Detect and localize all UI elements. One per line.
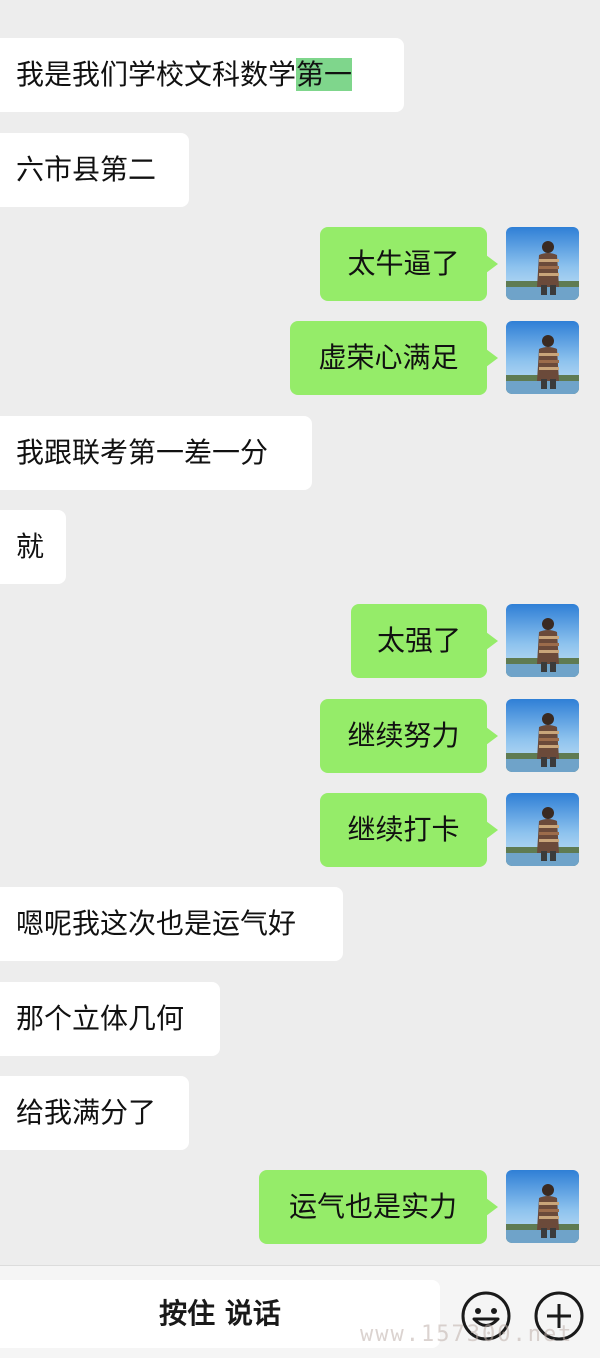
message-row-incoming: 六市县第二 <box>0 133 600 207</box>
avatar[interactable] <box>506 227 579 300</box>
message-row-incoming: 嗯呢我这次也是运气好 <box>0 887 600 961</box>
message-row-outgoing: 继续努力 <box>0 699 600 773</box>
avatar[interactable] <box>506 1170 579 1243</box>
message-bubble[interactable]: 虚荣心满足 <box>290 321 498 395</box>
avatar[interactable] <box>506 321 579 394</box>
avatar[interactable] <box>506 604 579 677</box>
message-bubble[interactable]: 太强了 <box>351 604 498 678</box>
message-text: 太强了 <box>376 624 461 657</box>
message-bubble[interactable]: 太牛逼了 <box>320 227 498 301</box>
message-text: 我是我们学校文科数学 <box>16 58 297 91</box>
message-text: 继续打卡 <box>347 813 460 846</box>
message-text: 太牛逼了 <box>347 247 460 280</box>
message-bubble[interactable]: 我是我们学校文科数学第一 <box>0 38 404 112</box>
emoji-icon[interactable] <box>460 1290 512 1342</box>
message-bubble[interactable]: 就 <box>0 510 66 584</box>
chat-input-bar: 按住 说话 <box>0 1265 600 1358</box>
message-text: 六市县第二 <box>16 153 157 186</box>
hold-to-talk-button[interactable]: 按住 说话 <box>0 1280 440 1348</box>
message-row-incoming: 就 <box>0 510 600 584</box>
message-row-incoming: 那个立体几何 <box>0 982 600 1056</box>
message-row-outgoing: 太强了 <box>0 604 600 678</box>
message-row-incoming: 我跟联考第一差一分 <box>0 416 600 490</box>
message-row-outgoing: 太牛逼了 <box>0 227 600 301</box>
avatar[interactable] <box>506 699 579 772</box>
message-text: 继续努力 <box>347 719 460 752</box>
message-text: 那个立体几何 <box>16 1002 185 1035</box>
message-text: 给我满分了 <box>16 1096 157 1129</box>
message-bubble[interactable]: 嗯呢我这次也是运气好 <box>0 887 343 961</box>
message-bubble[interactable]: 我跟联考第一差一分 <box>0 416 312 490</box>
message-bubble[interactable]: 运气也是实力 <box>259 1170 498 1244</box>
plus-icon[interactable] <box>533 1290 585 1342</box>
message-bubble[interactable]: 给我满分了 <box>0 1076 189 1150</box>
avatar[interactable] <box>506 793 579 866</box>
message-text: 我跟联考第一差一分 <box>16 436 269 469</box>
selected-text-highlight: 第一 <box>296 58 353 91</box>
message-row-incoming: 给我满分了 <box>0 1076 600 1150</box>
chat-message-list[interactable]: 我是我们学校文科数学第一 六市县第二 太牛逼了 虚荣心满足 我跟联考第一差一分 … <box>0 0 600 1265</box>
message-text: 运气也是实力 <box>288 1190 457 1223</box>
message-row-outgoing: 继续打卡 <box>0 793 600 867</box>
message-text: 嗯呢我这次也是运气好 <box>16 907 297 940</box>
message-bubble[interactable]: 那个立体几何 <box>0 982 220 1056</box>
message-row-incoming: 我是我们学校文科数学第一 <box>0 38 600 112</box>
message-bubble[interactable]: 继续努力 <box>320 699 498 773</box>
message-text: 虚荣心满足 <box>318 341 459 374</box>
message-bubble[interactable]: 继续打卡 <box>320 793 498 867</box>
message-bubble[interactable]: 六市县第二 <box>0 133 189 207</box>
message-text: 就 <box>16 530 45 563</box>
message-row-outgoing: 运气也是实力 <box>0 1170 600 1244</box>
message-row-outgoing: 虚荣心满足 <box>0 321 600 395</box>
